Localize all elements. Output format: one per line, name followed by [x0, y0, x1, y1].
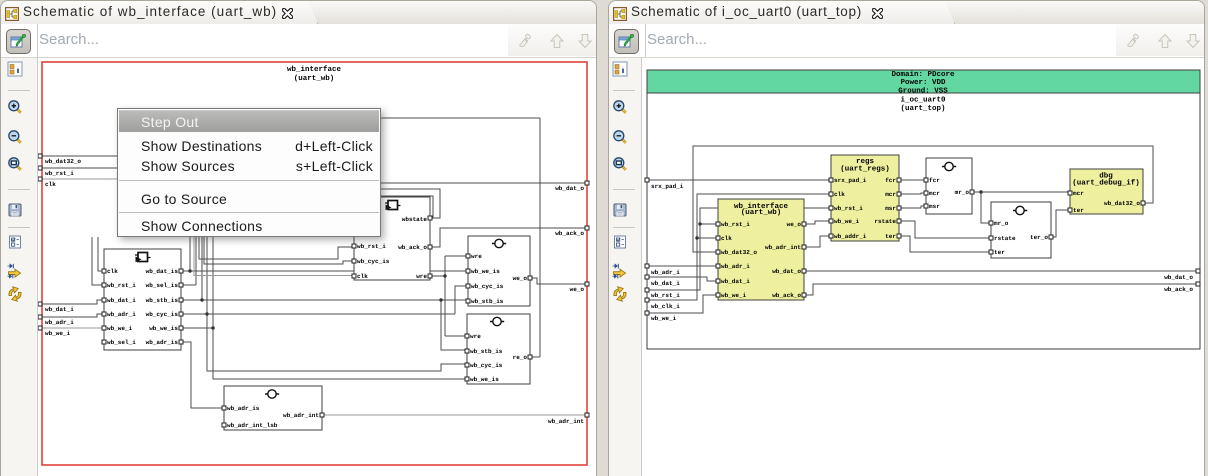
svg-text:wb_rst_i: wb_rst_i: [107, 282, 136, 289]
svg-text:wb_stb_is: wb_stb_is: [471, 298, 504, 305]
svg-text:wb_cyc_is: wb_cyc_is: [471, 283, 504, 290]
svg-text:ter_o: ter_o: [1030, 234, 1048, 241]
svg-text:rstate: rstate: [994, 235, 1016, 242]
svg-text:ter: ter: [1073, 207, 1084, 214]
svg-text:srx_pad_i: srx_pad_i: [651, 183, 684, 190]
svg-text:wb_interface: wb_interface: [287, 65, 342, 74]
svg-text:ter: ter: [885, 233, 896, 240]
svg-text:wb_dat32_o: wb_dat32_o: [1104, 200, 1140, 207]
svg-text:wb_sel_is: wb_sel_is: [146, 282, 179, 289]
svg-text:wb_we_is: wb_we_is: [149, 325, 178, 332]
svg-text:we_o: we_o: [570, 286, 585, 293]
svg-text:wb_dat_is: wb_dat_is: [146, 268, 179, 275]
svg-text:mr_o: mr_o: [994, 220, 1009, 227]
svg-text:we_o: we_o: [787, 221, 802, 228]
svg-text:(uart_regs): (uart_regs): [840, 165, 890, 174]
svg-text:wb_stb_is: wb_stb_is: [146, 297, 179, 304]
svg-text:wb_rst_i: wb_rst_i: [721, 221, 750, 228]
svg-text:wb_we_i: wb_we_i: [721, 292, 747, 299]
svg-text:wb_cyc_is: wb_cyc_is: [146, 311, 179, 318]
svg-text:wb_we_i: wb_we_i: [651, 315, 677, 322]
svg-text:wb_cyc_is: wb_cyc_is: [470, 362, 503, 369]
svg-text:wb_ack_o: wb_ack_o: [772, 292, 801, 299]
svg-text:wb_dat_i: wb_dat_i: [721, 278, 750, 285]
svg-text:wb_adr_int: wb_adr_int: [548, 418, 584, 425]
svg-text:wb_adr_int: wb_adr_int: [283, 412, 319, 419]
svg-text:wb_we_is: wb_we_is: [471, 268, 500, 275]
svg-text:wb_dat_i: wb_dat_i: [651, 280, 680, 287]
svg-text:srx_pad_i: srx_pad_i: [834, 177, 867, 184]
svg-text:wre: wre: [471, 253, 482, 260]
svg-text:msr: msr: [929, 203, 940, 210]
svg-text:mcr: mcr: [1073, 190, 1084, 197]
svg-text:wb_ack_o: wb_ack_o: [398, 244, 427, 251]
svg-text:wb_adr_int_lsb: wb_adr_int_lsb: [227, 422, 278, 429]
svg-text:wb_adr_i: wb_adr_i: [651, 269, 680, 276]
svg-text:wre: wre: [416, 273, 427, 280]
svg-text:wb_dat32_o: wb_dat32_o: [45, 158, 81, 165]
svg-text:rstate: rstate: [874, 218, 896, 225]
svg-text:Ground: VSS: Ground: VSS: [898, 87, 948, 96]
svg-text:clk: clk: [357, 273, 368, 280]
svg-text:wb_dat_o: wb_dat_o: [1164, 274, 1193, 281]
svg-text:wb_sel_i: wb_sel_i: [107, 339, 136, 346]
svg-text:wb_addr_i: wb_addr_i: [834, 233, 867, 240]
svg-text:wb_we_i: wb_we_i: [107, 325, 133, 332]
svg-text:mr_o: mr_o: [955, 189, 970, 196]
svg-text:wb_adr_is: wb_adr_is: [227, 405, 260, 412]
svg-text:wb_clk_i: wb_clk_i: [651, 303, 680, 310]
svg-text:clk: clk: [45, 181, 56, 188]
svg-text:wb_dat_o: wb_dat_o: [772, 268, 801, 275]
svg-text:wb_rst_i: wb_rst_i: [651, 292, 680, 299]
svg-text:(uart_wb): (uart_wb): [741, 208, 782, 217]
svg-text:(uart_top): (uart_top): [900, 104, 945, 113]
svg-text:wb_dat_i: wb_dat_i: [45, 306, 74, 313]
svg-text:(uart_wb): (uart_wb): [294, 74, 335, 83]
svg-text:wb_rst_i: wb_rst_i: [45, 170, 74, 177]
svg-text:wb_ack_o: wb_ack_o: [555, 230, 584, 237]
svg-text:wb_adr_is: wb_adr_is: [146, 339, 179, 346]
svg-text:wb_dat_i: wb_dat_i: [107, 297, 136, 304]
svg-text:Domain: PDcore: Domain: PDcore: [891, 70, 955, 79]
svg-text:wb_adr_i: wb_adr_i: [107, 311, 136, 318]
svg-text:wb_rst_i: wb_rst_i: [357, 243, 386, 250]
svg-text:re_o: re_o: [513, 354, 528, 361]
svg-text:wb_adr_i: wb_adr_i: [45, 319, 74, 326]
svg-text:wb_adr_i: wb_adr_i: [721, 263, 750, 270]
svg-text:msr: msr: [885, 205, 896, 212]
svg-text:wb_rst_i: wb_rst_i: [834, 205, 863, 212]
svg-text:wb_ack_o: wb_ack_o: [1164, 286, 1193, 293]
svg-text:clk: clk: [107, 268, 118, 275]
svg-text:wbstate: wbstate: [402, 216, 428, 223]
svg-text:ter: ter: [994, 249, 1005, 256]
svg-text:wb_dat_o: wb_dat_o: [555, 185, 584, 192]
svg-text:wb_stb_is: wb_stb_is: [470, 348, 503, 355]
svg-text:wb_cyc_is: wb_cyc_is: [357, 258, 390, 265]
svg-text:wb_we_is: wb_we_is: [470, 376, 499, 383]
svg-text:wb_we_i: wb_we_i: [45, 330, 71, 337]
svg-text:wb_dat32_o: wb_dat32_o: [721, 249, 757, 256]
svg-text:wre: wre: [470, 333, 481, 340]
svg-text:(uart_debug_if): (uart_debug_if): [1072, 179, 1140, 188]
svg-text:Power: VDD: Power: VDD: [900, 79, 946, 87]
svg-text:wb_adr_int: wb_adr_int: [765, 244, 801, 251]
svg-text:mcr: mcr: [885, 191, 896, 198]
svg-text:mcr: mcr: [929, 190, 940, 197]
svg-text:i_oc_uart0: i_oc_uart0: [900, 96, 946, 105]
svg-text:clk: clk: [721, 235, 732, 242]
svg-text:wb_we_i: wb_we_i: [834, 218, 860, 225]
svg-text:clk: clk: [834, 191, 845, 198]
svg-text:fcr: fcr: [929, 177, 940, 184]
svg-text:we_o: we_o: [513, 275, 528, 282]
svg-text:fcr: fcr: [885, 177, 896, 184]
